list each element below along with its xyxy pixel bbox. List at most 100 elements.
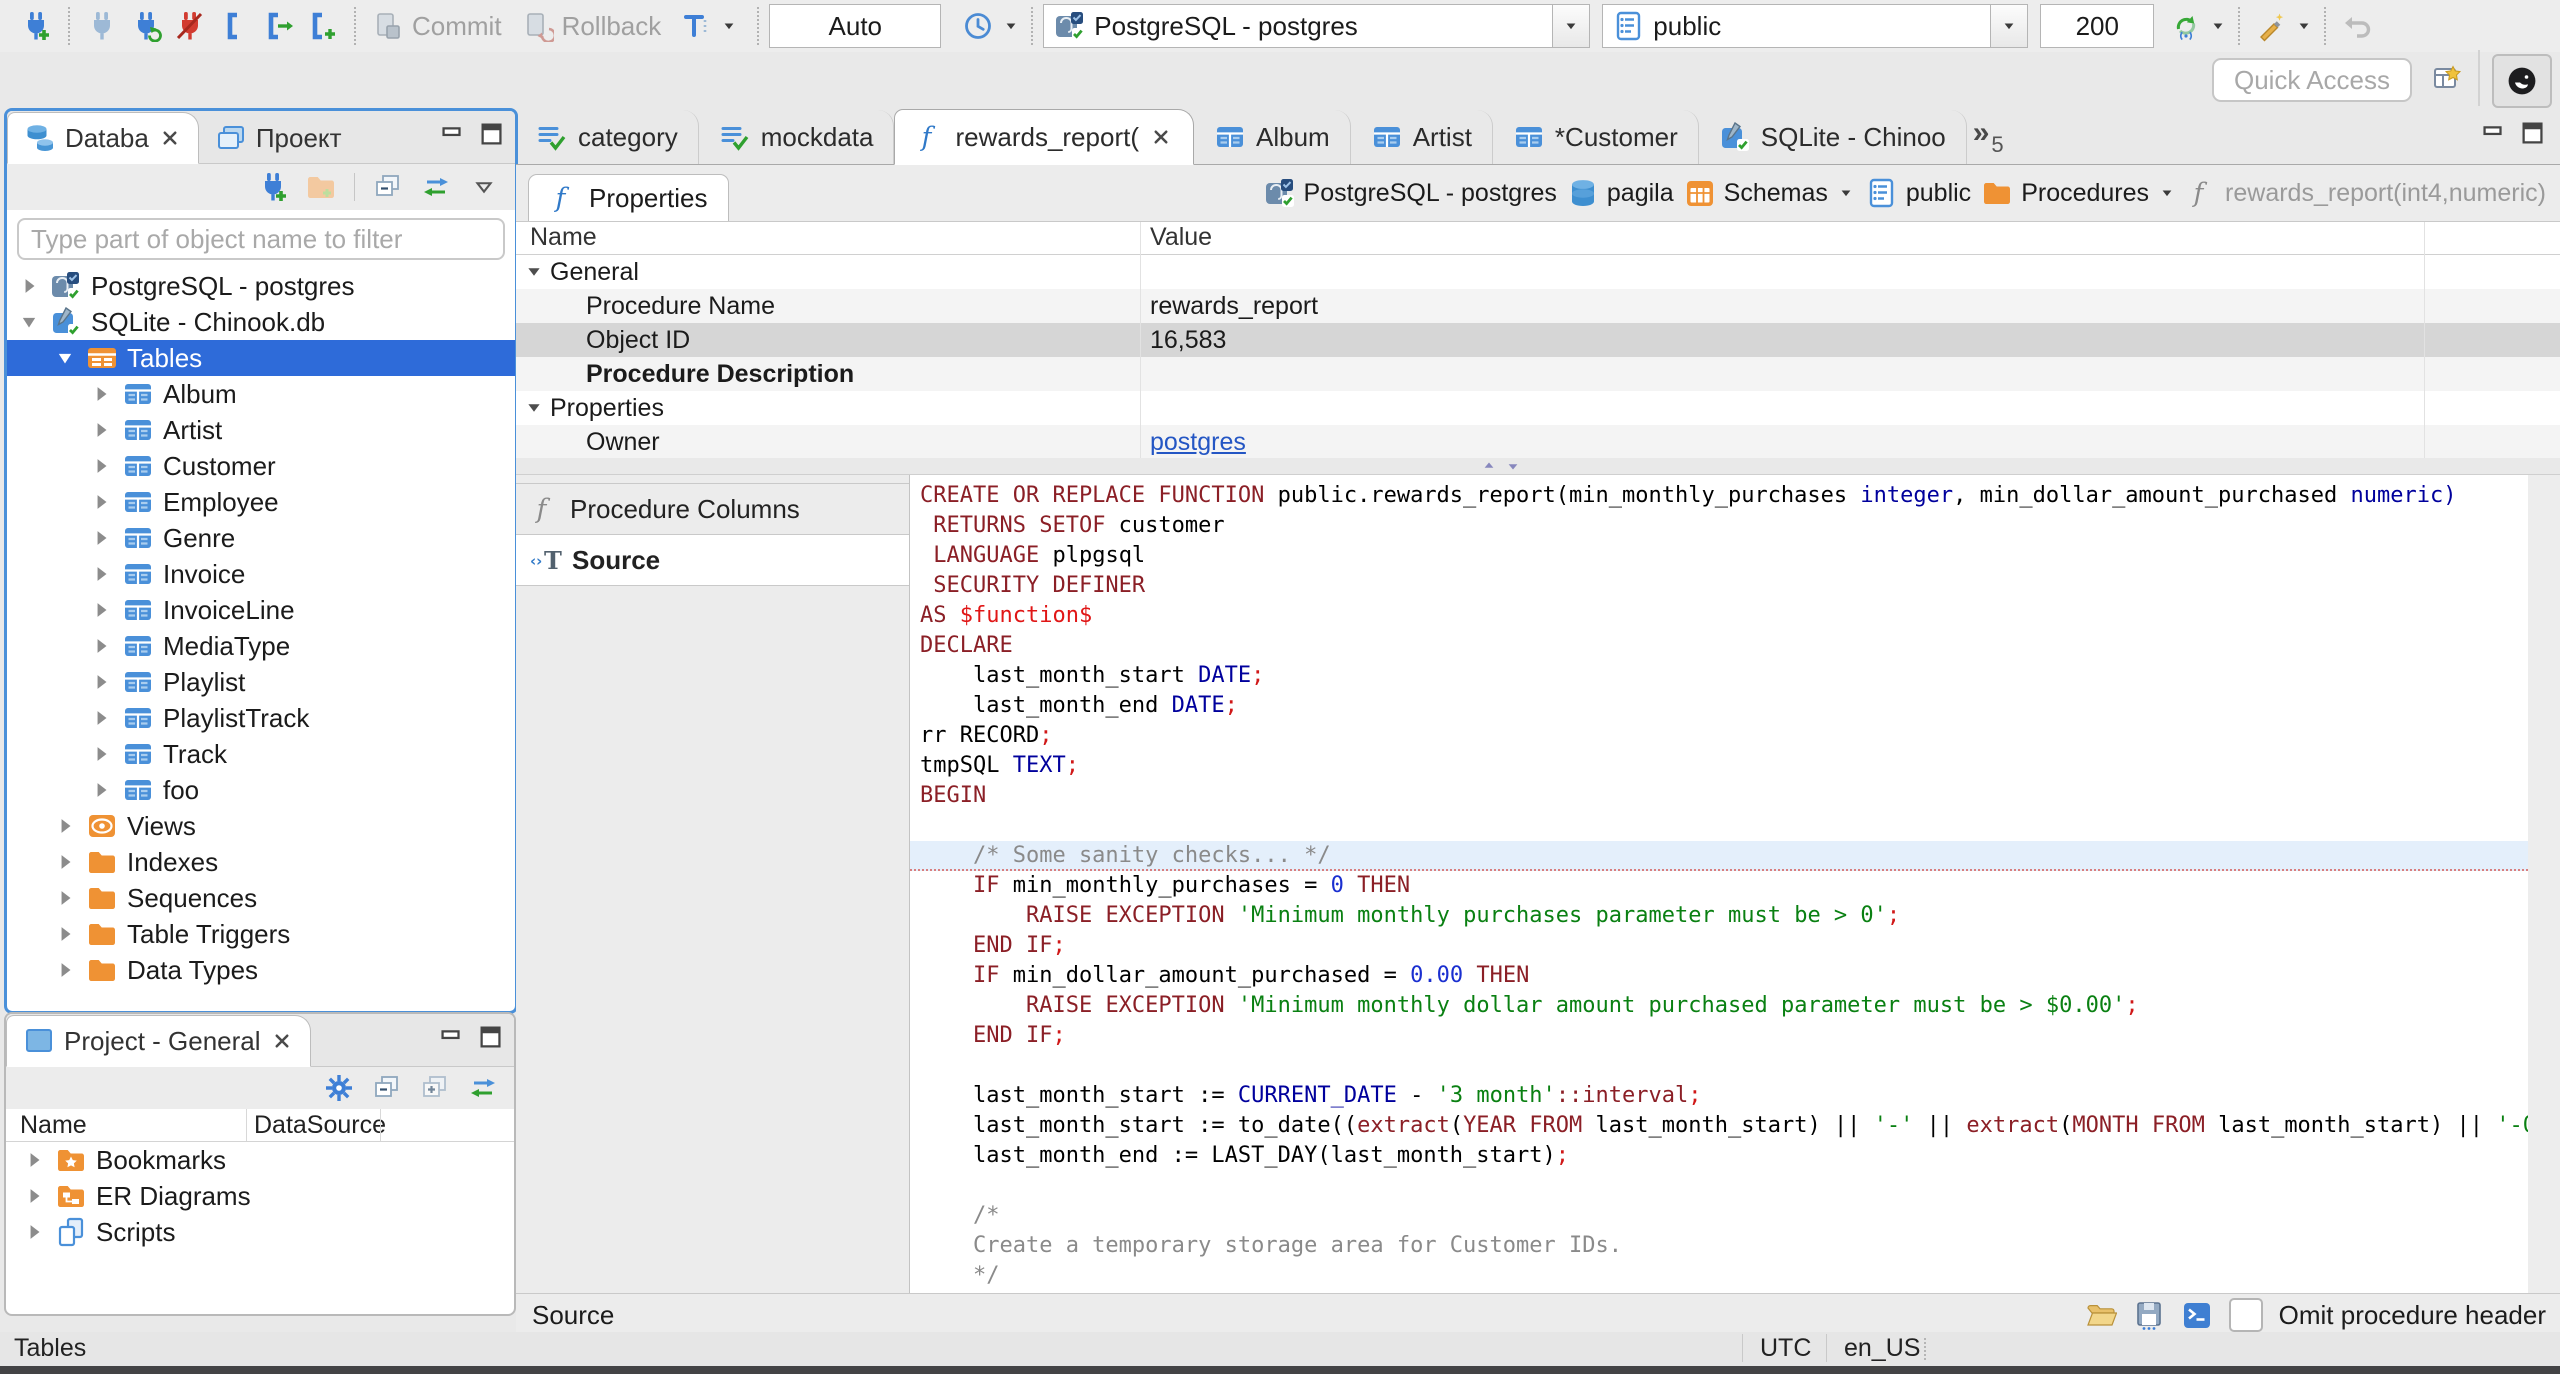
chevron-right-icon[interactable] <box>53 959 77 981</box>
property-row-general[interactable]: General <box>516 255 2560 289</box>
breadcrumb-item-postgresql-postgres[interactable]: PostgreSQL - postgres <box>1264 177 1557 209</box>
close-icon[interactable] <box>158 126 182 150</box>
breadcrumb-item-pagila[interactable]: pagila <box>1567 177 1674 209</box>
nav-item-genre[interactable]: Genre <box>7 520 515 556</box>
maximize-icon[interactable] <box>2518 118 2548 148</box>
commit-button[interactable] <box>366 3 410 49</box>
caret-down-icon[interactable] <box>1836 183 1856 203</box>
timezone-indicator[interactable]: UTC <box>1760 1334 1811 1363</box>
new-connection-small-button[interactable] <box>256 170 290 204</box>
chevron-right-icon[interactable] <box>89 491 113 513</box>
schema-combo[interactable]: public <box>1602 4 2029 48</box>
column-header-datasource[interactable]: DataSource <box>254 1111 386 1140</box>
tab-properties[interactable]: f Properties <box>528 174 729 221</box>
connection-combo[interactable]: PostgreSQL - postgres <box>1043 4 1591 48</box>
property-value[interactable]: postgres <box>1150 428 1246 457</box>
chevron-right-icon[interactable] <box>89 563 113 585</box>
horizontal-splitter[interactable] <box>516 458 2560 475</box>
omit-procedure-header-checkbox[interactable] <box>2228 1298 2263 1332</box>
collapse-all-button[interactable] <box>371 170 405 204</box>
editor-tab-artist[interactable]: Artist <box>1351 110 1493 164</box>
maximize-icon[interactable] <box>477 119 507 149</box>
nav-item-sqlite-chinook-db[interactable]: SQLite - Chinook.db <box>7 304 515 340</box>
chevron-right-icon[interactable] <box>89 707 113 729</box>
nav-item-invoice[interactable]: Invoice <box>7 556 515 592</box>
locale-indicator[interactable]: en_US <box>1844 1334 1920 1363</box>
chevron-right-icon[interactable] <box>89 671 113 693</box>
schema-combo-arrow[interactable] <box>1990 5 2028 47</box>
project-item-bookmarks[interactable]: Bookmarks <box>6 1142 514 1178</box>
breadcrumb-item-rewards-report-int4-numeric[interactable]: f rewards_report(int4,numeric) <box>2187 178 2546 208</box>
nav-item-tables[interactable]: Tables <box>7 340 515 376</box>
chevron-right-icon[interactable] <box>89 599 113 621</box>
dropdown-caret-icon[interactable] <box>719 16 739 36</box>
tab-projects[interactable]: Проект <box>199 113 358 163</box>
view-menu-button[interactable] <box>467 170 501 204</box>
row-limit-input[interactable]: 200 <box>2040 4 2155 48</box>
maximize-icon[interactable] <box>476 1022 506 1052</box>
side-tab-source[interactable]: ‹› T Source <box>516 534 909 586</box>
chevron-right-icon[interactable] <box>22 1149 46 1171</box>
nav-item-track[interactable]: Track <box>7 736 515 772</box>
chevron-right-icon[interactable] <box>53 815 77 837</box>
breadcrumb-item-procedures[interactable]: Procedures <box>1981 177 2177 209</box>
project-item-scripts[interactable]: Scripts <box>6 1214 514 1250</box>
close-icon[interactable] <box>1149 125 1173 149</box>
sql-editor-button[interactable] <box>212 3 256 49</box>
quick-access-input[interactable]: Quick Access <box>2212 58 2412 102</box>
omit-checkbox-label[interactable]: Omit procedure header <box>2279 1300 2546 1331</box>
group-collapse-icon[interactable] <box>524 398 544 418</box>
property-row-procedure-name[interactable]: Procedure Name rewards_report <box>516 289 2560 323</box>
chevron-down-icon[interactable] <box>17 311 41 333</box>
close-icon[interactable] <box>270 1029 294 1053</box>
column-header-name[interactable]: Name <box>530 223 597 252</box>
caret-down-icon[interactable] <box>2157 183 2177 203</box>
nav-item-indexes[interactable]: Indexes <box>7 844 515 880</box>
dropdown-caret-icon[interactable] <box>1001 16 1021 36</box>
reconnect-button[interactable] <box>124 3 168 49</box>
minimize-icon[interactable] <box>2478 118 2508 148</box>
editor-tab-category[interactable]: category <box>516 110 699 164</box>
object-filter-input[interactable]: Type part of object name to filter <box>17 218 505 260</box>
dbeaver-perspective-button[interactable] <box>2492 54 2552 108</box>
generate-mock-data-button[interactable] <box>2250 3 2294 49</box>
splitter-up-icon[interactable] <box>1482 459 1496 473</box>
nav-item-views[interactable]: Views <box>7 808 515 844</box>
nav-item-postgresql-postgres[interactable]: PostgreSQL - postgres <box>7 268 515 304</box>
nav-item-artist[interactable]: Artist <box>7 412 515 448</box>
nav-item-playlisttrack[interactable]: PlaylistTrack <box>7 700 515 736</box>
dropdown-caret-icon[interactable] <box>2208 16 2228 36</box>
property-row-properties[interactable]: Properties <box>516 391 2560 425</box>
new-folder-button[interactable] <box>304 170 338 204</box>
new-sql-editor-button[interactable] <box>300 3 344 49</box>
open-sql-editor-button[interactable] <box>256 3 300 49</box>
editor-tab-customer[interactable]: *Customer <box>1493 110 1699 164</box>
open-in-sql-console-icon[interactable] <box>2181 1299 2213 1331</box>
chevron-right-icon[interactable] <box>22 1185 46 1207</box>
nav-item-mediatype[interactable]: MediaType <box>7 628 515 664</box>
nav-item-foo[interactable]: foo <box>7 772 515 808</box>
auto-refresh-button[interactable] <box>2164 3 2208 49</box>
nav-item-table-triggers[interactable]: Table Triggers <box>7 916 515 952</box>
nav-item-customer[interactable]: Customer <box>7 448 515 484</box>
breadcrumb-item-schemas[interactable]: Schemas <box>1684 177 1856 209</box>
chevron-right-icon[interactable] <box>89 743 113 765</box>
chevron-right-icon[interactable] <box>89 419 113 441</box>
nav-item-album[interactable]: Album <box>7 376 515 412</box>
link-editor-button[interactable] <box>466 1071 500 1105</box>
tab-project-general[interactable]: Project - General <box>6 1015 311 1067</box>
expand-all-button[interactable] <box>418 1071 452 1105</box>
chevron-right-icon[interactable] <box>22 1221 46 1243</box>
connection-combo-arrow[interactable] <box>1552 5 1590 47</box>
nav-item-sequences[interactable]: Sequences <box>7 880 515 916</box>
chevron-right-icon[interactable] <box>53 851 77 873</box>
auto-commit-combo[interactable]: Auto <box>769 4 942 48</box>
chevron-right-icon[interactable] <box>17 275 41 297</box>
nav-item-employee[interactable]: Employee <box>7 484 515 520</box>
tab-overflow-indicator[interactable]: » 5 <box>1973 118 2004 164</box>
open-perspective-button[interactable] <box>2424 56 2470 102</box>
chevron-right-icon[interactable] <box>89 635 113 657</box>
chevron-right-icon[interactable] <box>53 887 77 909</box>
connect-button[interactable] <box>80 3 124 49</box>
editor-tab-album[interactable]: Album <box>1194 110 1351 164</box>
